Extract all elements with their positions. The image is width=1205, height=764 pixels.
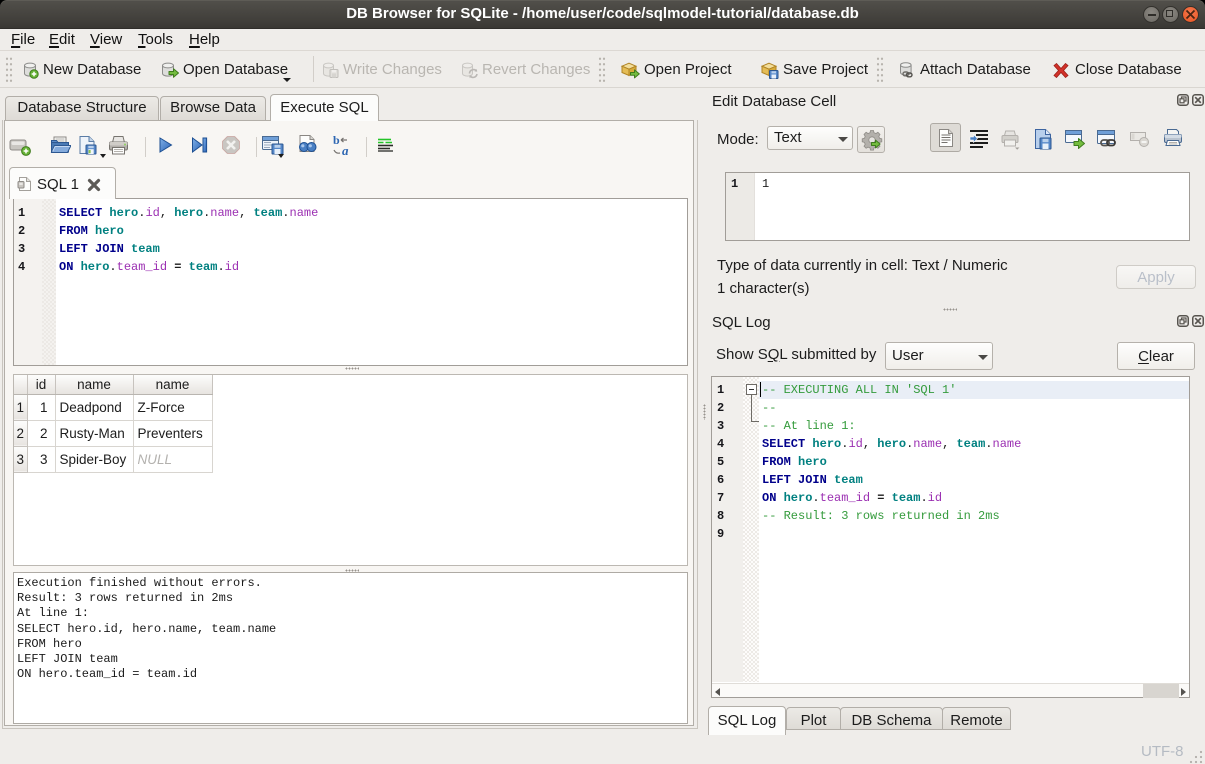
svg-text:a: a xyxy=(342,143,349,158)
svg-text:b: b xyxy=(333,134,340,147)
